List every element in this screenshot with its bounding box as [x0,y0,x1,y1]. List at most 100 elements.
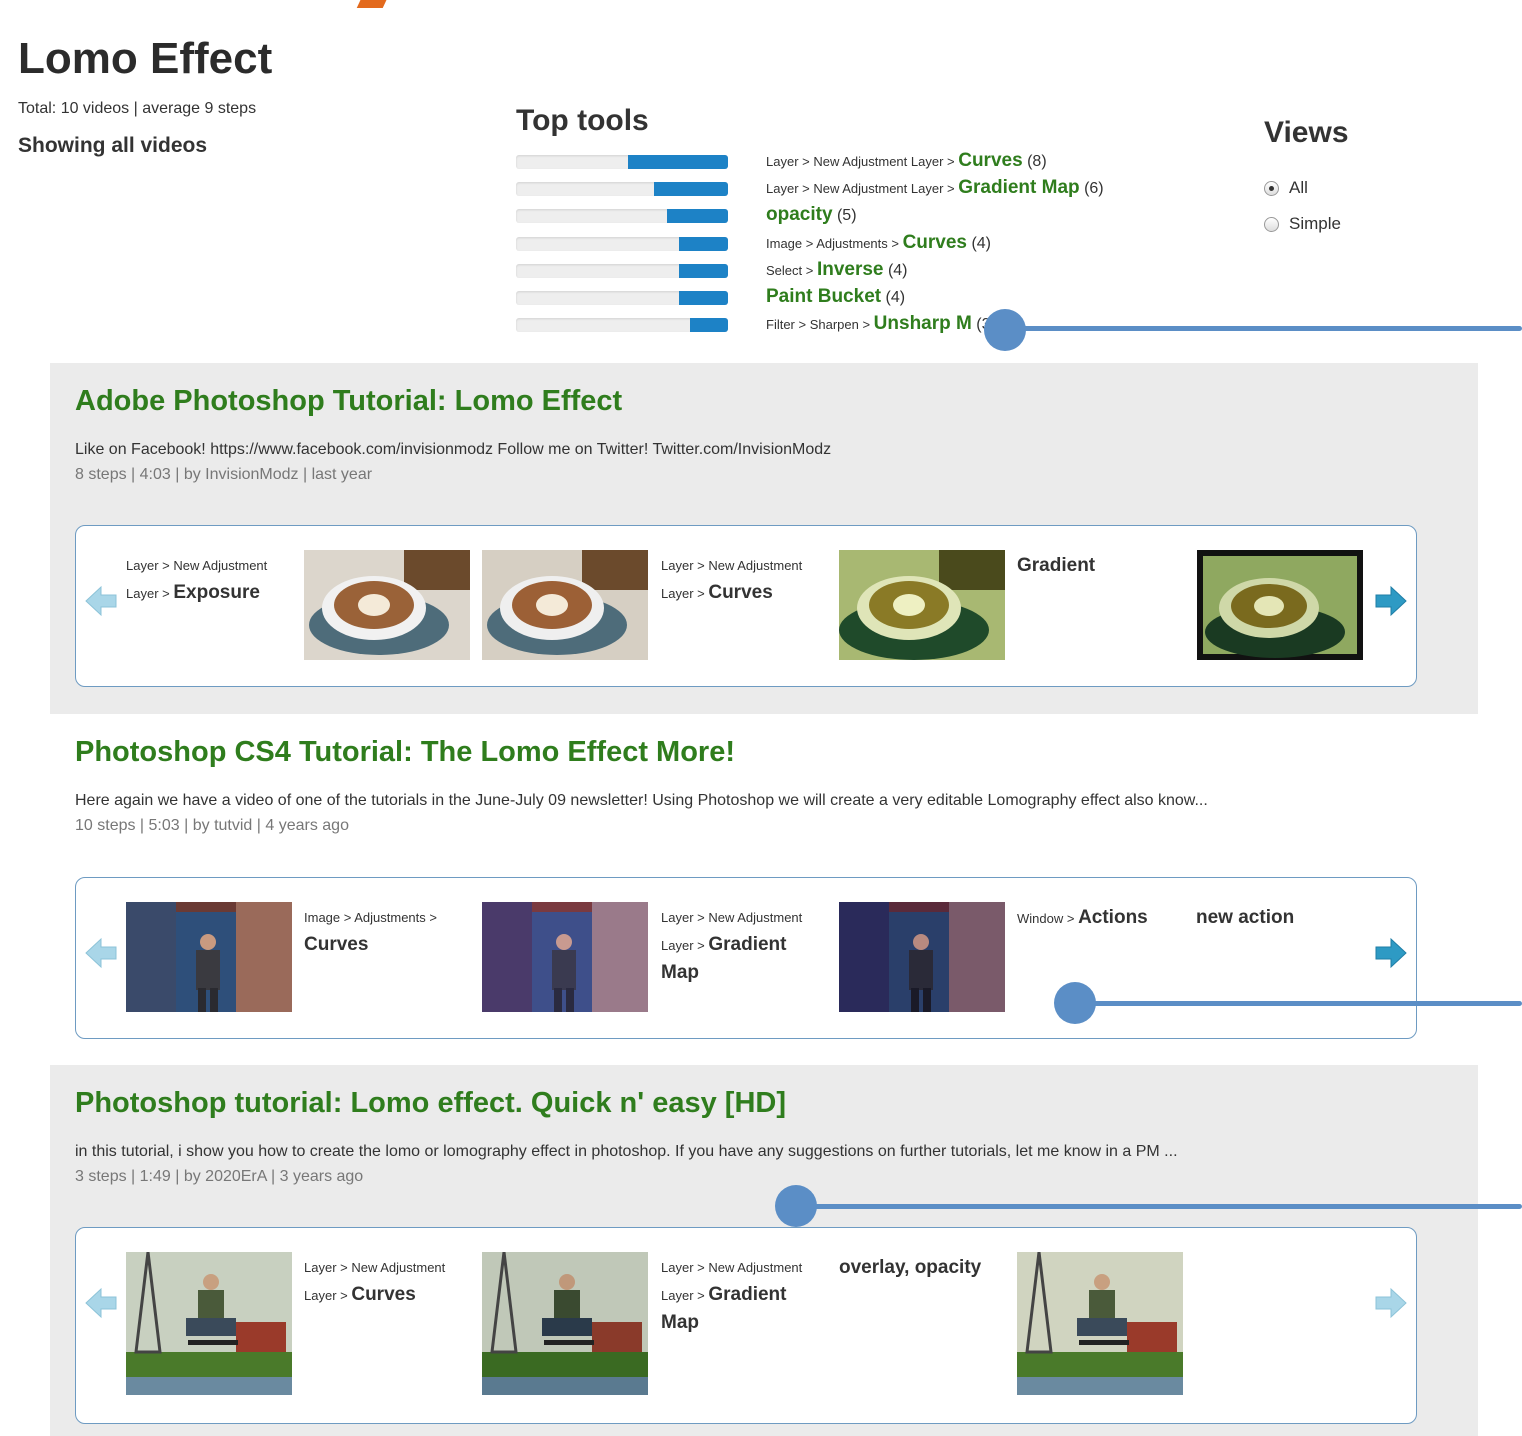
tool-row[interactable]: Layer > New Adjustment Layer > Gradient … [516,177,1216,199]
top-tools-title: Top tools [516,104,649,137]
steps-carousel: Layer > New Adjustment Layer > Exposure … [75,525,1417,687]
tool-label[interactable]: Filter > Sharpen > Unsharp M (3) [766,313,996,335]
tool-row[interactable]: opacity (5) [516,204,1216,226]
tool-usage-bar [516,155,728,169]
step-label: Layer > New Adjustment Layer > Exposure [126,552,291,607]
step-path: Layer > New Adjustment [661,1260,803,1275]
prev-arrow-icon[interactable] [84,1286,118,1320]
tool-usage-bar [516,264,728,278]
tool-usage-bar [516,182,728,196]
tool-row[interactable]: Paint Bucket (4) [516,286,1216,308]
callout-pointer [775,1185,817,1227]
tool-row[interactable]: Select > Inverse (4) [516,259,1216,281]
callout-pointer [984,309,1026,351]
step-label: Image > Adjustments > Curves [304,904,469,959]
tool-name[interactable]: Curves [958,150,1022,171]
tool-row[interactable]: Image > Adjustments > Curves (4) [516,232,1216,254]
street-portrait-thumbnail[interactable] [839,902,1005,1012]
step-tool-name: Exposure [173,582,260,603]
radio-selected-icon[interactable] [1264,180,1279,196]
video-title[interactable]: Adobe Photoshop Tutorial: Lomo Effect [75,385,622,418]
step-tool-name: overlay, opacity [839,1257,982,1278]
tool-path: Layer > New Adjustment Layer > [766,181,959,196]
view-option-label: All [1289,178,1308,197]
tool-path: Select > [766,263,817,278]
step-path: Image > Adjustments > [304,910,437,925]
callout-line [1005,326,1522,331]
view-option-all[interactable]: All [1264,178,1308,198]
tool-name[interactable]: Inverse [817,259,884,280]
step-tool-name: Gradient [708,934,787,955]
skateboarder-thumbnail[interactable] [1017,1252,1183,1395]
tool-path: Image > Adjustments > [766,236,903,251]
step-label: Gradient [1017,552,1182,580]
coffee-latte-thumbnail[interactable] [482,550,648,660]
tool-usage-bar [516,291,728,305]
showing-filter: Showing all videos [18,134,208,157]
callout-pointer [1054,982,1096,1024]
step-tool-name: Curves [351,1284,416,1305]
tool-count: (5) [832,207,857,224]
step-tool-name: Map [661,1312,699,1333]
tool-usage-bar [516,209,728,223]
step-path: Layer > [661,938,709,953]
step-tool-name: new action [1196,907,1295,928]
tool-path: Filter > Sharpen > [766,317,874,332]
tool-usage-fill [679,237,728,251]
prev-arrow-icon[interactable] [84,936,118,970]
next-arrow-icon[interactable] [1374,936,1408,970]
coffee-latte-vignette-thumbnail[interactable] [1197,550,1363,660]
video-title[interactable]: Photoshop tutorial: Lomo effect. Quick n… [75,1087,786,1120]
step-label: Layer > New Adjustment Layer > Curves [304,1254,469,1309]
steps-carousel: Layer > New Adjustment Layer > Curves La… [75,1227,1417,1424]
tool-count: (8) [1022,153,1047,170]
coffee-latte-thumbnail[interactable] [304,550,470,660]
tool-count: (6) [1079,180,1104,197]
step-label: overlay, opacity [839,1254,1014,1282]
skateboarder-thumbnail[interactable] [126,1252,292,1395]
street-portrait-thumbnail[interactable] [126,902,292,1012]
next-arrow-icon[interactable] [1374,1286,1408,1320]
tool-name[interactable]: Unsharp M [874,313,972,334]
callout-line [1075,1001,1522,1006]
tool-usage-fill [689,318,728,332]
street-portrait-thumbnail[interactable] [482,902,648,1012]
steps-carousel: Image > Adjustments > Curves Layer > New… [75,877,1417,1039]
tool-label[interactable]: Select > Inverse (4) [766,259,908,281]
tool-label[interactable]: Layer > New Adjustment Layer > Gradient … [766,177,1104,199]
tool-label[interactable]: Image > Adjustments > Curves (4) [766,232,991,254]
step-tool-name: Gradient [708,1284,787,1305]
tool-usage-bar [516,237,728,251]
video-meta: 10 steps | 5:03 | by tutvid | 4 years ag… [75,817,349,834]
view-option-simple[interactable]: Simple [1264,214,1341,234]
step-tool-name: Map [661,962,699,983]
tool-label[interactable]: Layer > New Adjustment Layer > Curves (8… [766,150,1047,172]
radio-unselected-icon[interactable] [1264,216,1279,232]
video-description: Like on Facebook! https://www.facebook.c… [75,441,832,458]
tool-label[interactable]: opacity (5) [766,204,857,226]
next-arrow-icon[interactable] [1374,584,1408,618]
skateboarder-thumbnail[interactable] [482,1252,648,1395]
tool-row[interactable]: Layer > New Adjustment Layer > Curves (8… [516,150,1216,172]
video-title[interactable]: Photoshop CS4 Tutorial: The Lomo Effect … [75,736,735,769]
step-label: Window > Actions [1017,904,1187,932]
tool-name[interactable]: Paint Bucket [766,286,881,307]
tool-path: Layer > New Adjustment Layer > [766,154,959,169]
tool-usage-bar [516,318,728,332]
views-title: Views [1264,116,1349,149]
tool-count: (4) [881,289,906,306]
step-tool-name: Curves [708,582,773,603]
video-card: Photoshop tutorial: Lomo effect. Quick n… [50,1065,1478,1436]
step-label: Layer > New Adjustment Layer > Gradient … [661,904,826,987]
header-accent-mark [356,0,390,8]
prev-arrow-icon[interactable] [84,584,118,618]
video-meta: 8 steps | 4:03 | by InvisionModz | last … [75,466,373,483]
coffee-latte-green-thumbnail[interactable] [839,550,1005,660]
tool-label[interactable]: Paint Bucket (4) [766,286,905,308]
page-title: Lomo Effect [18,34,273,83]
step-path: Layer > New Adjustment [126,558,268,573]
tool-name[interactable]: Gradient Map [958,177,1079,198]
tool-name[interactable]: opacity [766,204,833,225]
tool-name[interactable]: Curves [903,232,967,253]
step-path: Layer > [661,586,709,601]
